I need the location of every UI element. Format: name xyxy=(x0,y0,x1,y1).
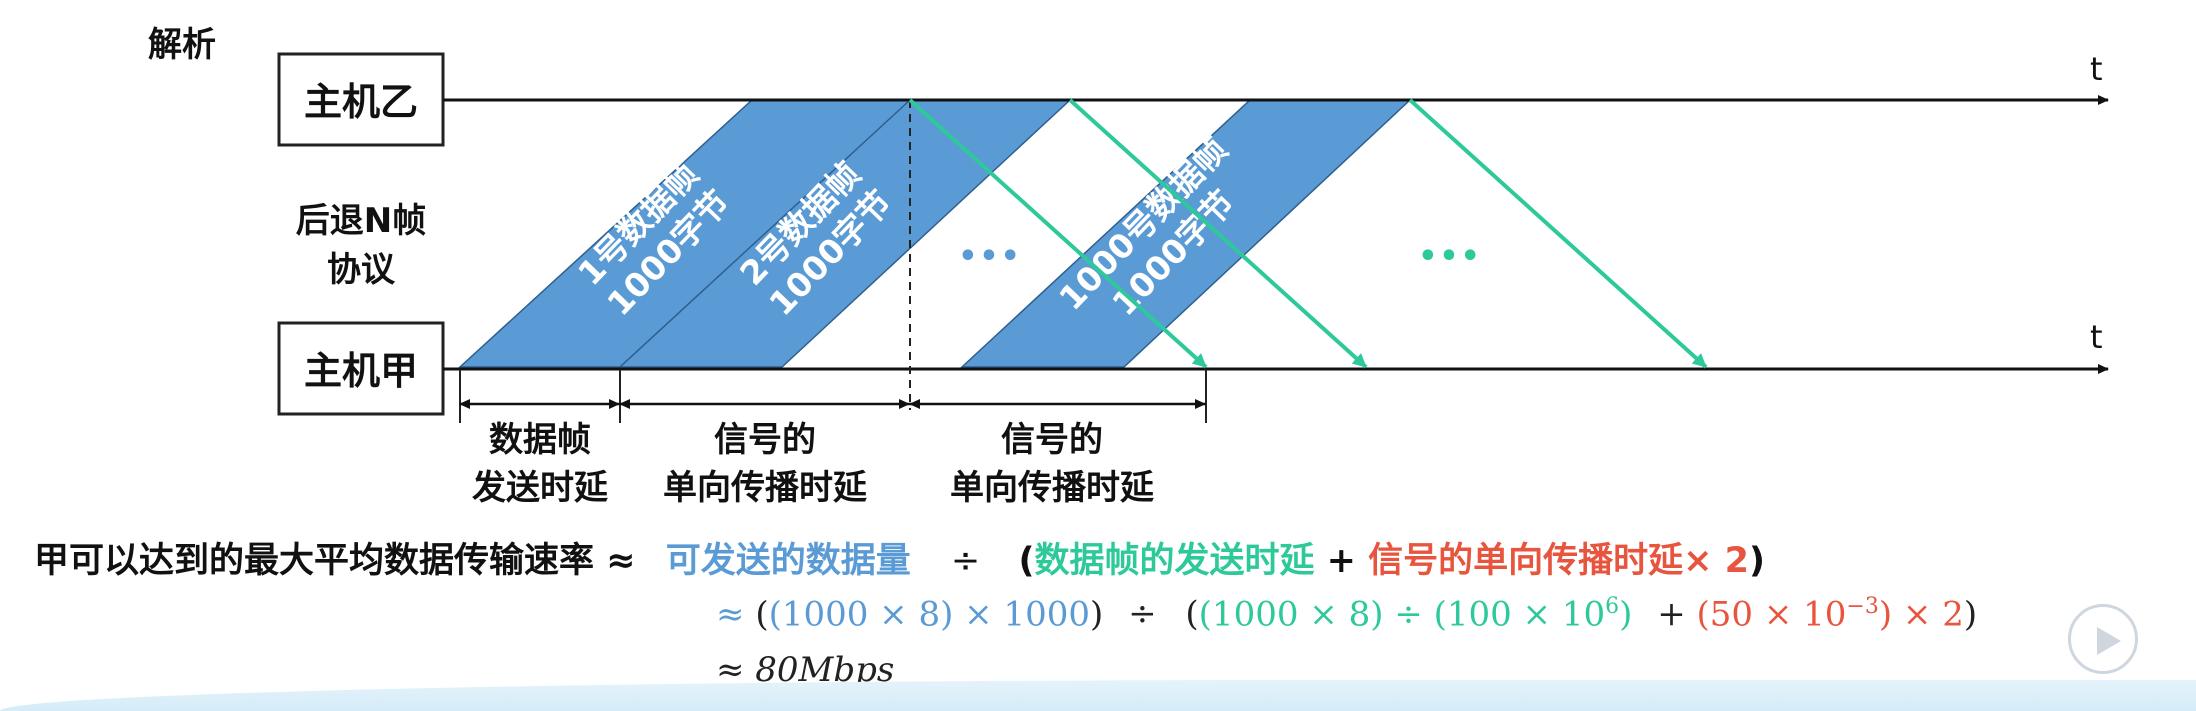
tx-delay-label-line2: 发送时延 xyxy=(472,468,609,508)
calc-tx-delay-exponent: 6 xyxy=(1605,594,1620,619)
formula-tx-delay: 数据帧的发送时延 xyxy=(1034,541,1315,581)
calc-data-amount: (1000 × 8) × 1000 xyxy=(768,594,1091,635)
calc-prop-delay-end: ) × 2 xyxy=(1878,594,1964,635)
sender-time-label: t xyxy=(2090,318,2103,356)
formula-close: ) xyxy=(1749,541,1766,581)
frames-ellipsis: ••• xyxy=(958,239,1022,274)
prop-delay-1-label-line1: 信号的 xyxy=(714,420,816,460)
prop-delay-2-label-line2: 单向传播时延 xyxy=(950,468,1155,508)
tx-delay-label-line1: 数据帧 xyxy=(489,420,591,460)
prop-delay-2-label-line1: 信号的 xyxy=(1001,420,1103,460)
calc-open2: ( xyxy=(1185,594,1199,635)
calc-close: ) xyxy=(1090,594,1104,635)
formula-prop-delay: 信号的单向传播时延 xyxy=(1368,541,1684,581)
calc-prop-delay-exponent: −3 xyxy=(1846,594,1879,619)
calc-close2: ) xyxy=(1963,594,1978,635)
acks-ellipsis: ••• xyxy=(1418,239,1482,274)
ack-1000-arrow xyxy=(1408,98,1708,369)
formula-open: ( xyxy=(1018,541,1035,581)
calc-div: ÷ xyxy=(1128,594,1157,635)
calc-tx-delay-end: ) xyxy=(1619,594,1633,635)
formula-div: ÷ xyxy=(950,541,981,581)
prop-delay-1-label-line2: 单向传播时延 xyxy=(663,468,868,508)
formula-times-two: × 2 xyxy=(1683,541,1750,581)
formula-approx: ≈ xyxy=(606,541,636,581)
rate-formula: 甲可以达到的最大平均数据传输速率 ≈ 可发送的数据量 ÷ (数据帧的发送时延 +… xyxy=(34,532,1765,583)
header-title: 解析 xyxy=(148,25,216,65)
calc-tx-delay: (1000 × 8) ÷ (100 × 10 xyxy=(1198,594,1606,635)
rate-calculation: ≈ ((1000 × 8) × 1000) ÷ ((1000 × 8) ÷ (1… xyxy=(716,594,1977,634)
calc-open: ( xyxy=(755,594,769,635)
calc-approx: ≈ xyxy=(716,594,745,635)
calc-plus: + xyxy=(1657,594,1686,635)
formula-plus: + xyxy=(1326,541,1356,581)
protocol-label-line1: 后退N帧 xyxy=(296,201,426,241)
receiver-time-label: t xyxy=(2090,50,2103,88)
calc-prop-delay: (50 × 10 xyxy=(1696,594,1847,635)
sender-host-label: 主机甲 xyxy=(304,349,418,393)
receiver-host-label: 主机乙 xyxy=(304,80,418,124)
protocol-label-line2: 协议 xyxy=(327,250,396,290)
formula-lhs: 甲可以达到的最大平均数据传输速率 xyxy=(34,541,595,581)
play-button[interactable] xyxy=(2068,604,2138,674)
formula-data-amount: 可发送的数据量 xyxy=(665,541,911,581)
